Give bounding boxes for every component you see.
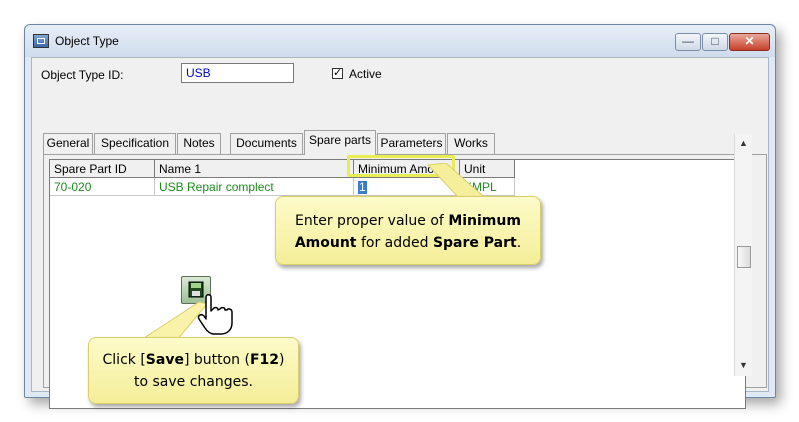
tab-parameters[interactable]: Parameters (377, 133, 446, 154)
tab-documents[interactable]: Documents (230, 133, 303, 154)
tab-general[interactable]: General (43, 133, 93, 154)
active-label[interactable]: Active (349, 67, 382, 81)
callout2-text-b: ] button ( (183, 352, 250, 368)
cell-name[interactable]: USB Repair complect (155, 178, 354, 196)
callout2-bold-f12: F12 (249, 352, 280, 368)
tab-specification[interactable]: Specification (94, 133, 176, 154)
callout-minimum-amount: Enter proper value of Minimum Amount for… (275, 196, 541, 265)
cell-spare-part-id[interactable]: 70-020 (50, 178, 155, 196)
tab-notes[interactable]: Notes (177, 133, 221, 154)
minimize-button[interactable]: — (675, 33, 701, 51)
object-type-id-input[interactable]: USB (181, 63, 294, 83)
scroll-down-icon[interactable]: ▼ (739, 360, 748, 370)
grid-vertical-scrollbar[interactable]: ▲ ▼ (734, 134, 752, 376)
callout-save: Click [Save] button (F12) to save change… (88, 337, 299, 404)
title-bar[interactable]: Object Type — □ ✕ (25, 25, 775, 57)
callout1-bold-amount: Amount (294, 235, 357, 251)
column-header-name[interactable]: Name 1 (155, 160, 354, 178)
hand-pointer-icon (197, 294, 233, 335)
scroll-thumb[interactable] (737, 246, 751, 268)
minimum-amount-value[interactable]: 1 (358, 181, 367, 194)
active-checkbox[interactable]: ✓ (332, 68, 343, 79)
callout2-text-a: Click [ (102, 352, 146, 368)
callout1-bold-spare-part: Spare Part (432, 235, 517, 251)
window-title: Object Type (55, 34, 119, 48)
callout2-text-d: to save changes. (134, 374, 253, 390)
object-type-id-label: Object Type ID: (41, 68, 124, 82)
close-button[interactable]: ✕ (729, 33, 770, 51)
callout2-bold-save: Save (145, 352, 184, 368)
tab-works[interactable]: Works (447, 133, 495, 154)
tab-spare-parts[interactable]: Spare parts (304, 130, 376, 155)
column-header-spare-part-id[interactable]: Spare Part ID (50, 160, 155, 178)
callout1-text-a: Enter proper value of (295, 213, 449, 229)
callout1-text-b: for added (356, 235, 433, 251)
maximize-button[interactable]: □ (702, 33, 728, 51)
callout2-text-c: ) (279, 352, 285, 368)
object-type-icon (33, 34, 49, 48)
callout1-bold-minimum: Minimum (448, 213, 521, 229)
scroll-up-icon[interactable]: ▲ (739, 138, 748, 148)
callout1-text-c: . (516, 235, 522, 251)
